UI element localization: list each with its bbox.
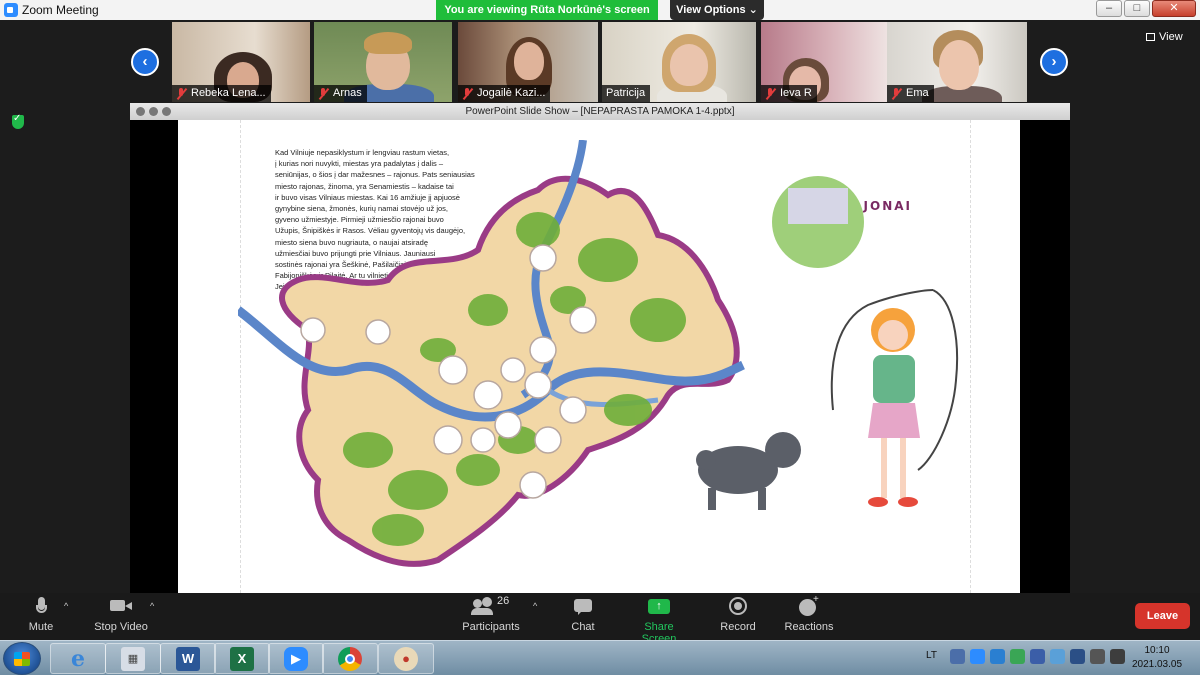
tray-app-icon[interactable] bbox=[990, 649, 1005, 664]
speaker-icon[interactable] bbox=[1090, 649, 1105, 664]
jump-rope bbox=[917, 289, 959, 471]
participants-icon: 26 bbox=[471, 595, 511, 617]
taskbar-clock[interactable]: 10:10 2021.03.05 bbox=[1124, 644, 1190, 672]
participant-tile[interactable]: Rebeka Lena... bbox=[172, 22, 310, 102]
participant-video bbox=[670, 44, 708, 86]
zoom-tray-icon[interactable] bbox=[970, 649, 985, 664]
word-icon: W bbox=[176, 647, 200, 671]
minimize-button[interactable]: – bbox=[1096, 0, 1122, 17]
clock-date: 2021.03.05 bbox=[1131, 659, 1183, 670]
start-button[interactable] bbox=[3, 642, 41, 675]
video-camera-icon bbox=[110, 597, 132, 617]
meeting-controls: Mute ^ Stop Video ^ 26 Participants ^ Ch… bbox=[0, 593, 1200, 645]
window-controls: – □ ✕ bbox=[1094, 0, 1196, 20]
rajonai-illustration bbox=[696, 176, 959, 510]
mic-muted-icon bbox=[891, 87, 902, 100]
video-options-caret[interactable]: ^ bbox=[150, 601, 154, 611]
taskbar-zoom[interactable]: ▶ bbox=[268, 643, 324, 674]
window-traffic-dots bbox=[136, 107, 175, 116]
chat-button[interactable]: Chat bbox=[565, 597, 601, 633]
maximize-button[interactable]: □ bbox=[1124, 0, 1150, 17]
girl-striped-shirt bbox=[873, 355, 915, 403]
participant-name-tag: Jogailė Kazi... bbox=[458, 85, 551, 102]
paint-palette-icon: ● bbox=[394, 647, 418, 671]
leave-meeting-button[interactable]: Leave bbox=[1135, 603, 1190, 629]
mic-muted-icon bbox=[176, 87, 187, 100]
view-button-label: View bbox=[1159, 31, 1183, 43]
girl-skirt bbox=[868, 403, 920, 438]
chrome-icon bbox=[338, 647, 362, 671]
taskbar-calculator[interactable]: ▦ bbox=[105, 643, 161, 674]
participant-tile[interactable]: Patricija bbox=[602, 22, 756, 102]
view-options-label: View Options bbox=[676, 4, 746, 16]
share-screen-icon: ↑ bbox=[648, 597, 670, 617]
taskbar-excel[interactable]: X bbox=[214, 643, 270, 674]
chevron-right-icon: › bbox=[1051, 53, 1057, 70]
chevron-down-icon: ⌄ bbox=[748, 4, 758, 16]
participant-tile[interactable]: Ieva R bbox=[761, 22, 889, 102]
mic-muted-icon bbox=[765, 87, 776, 100]
share-screen-button[interactable]: ↑ Share Screen bbox=[626, 597, 692, 645]
next-page-button[interactable]: › bbox=[1040, 48, 1068, 76]
participants-options-caret[interactable]: ^ bbox=[533, 601, 537, 611]
participant-video bbox=[514, 42, 544, 80]
participant-tile[interactable]: Ema bbox=[887, 22, 1027, 102]
powerpoint-titlebar: PowerPoint Slide Show – [NEPAPRASTA PAMO… bbox=[130, 103, 1070, 120]
window-title: Zoom Meeting bbox=[22, 3, 99, 17]
gallery-view-button[interactable]: View bbox=[1146, 28, 1194, 46]
chevron-left-icon: ‹ bbox=[142, 53, 148, 70]
zoom-app-icon bbox=[4, 3, 18, 17]
taskbar-chrome[interactable] bbox=[322, 643, 378, 674]
participant-name-tag: Ieva R bbox=[761, 85, 817, 102]
participant-name-tag: Rebeka Lena... bbox=[172, 85, 271, 102]
viewing-screen-banner: You are viewing Rūta Norkūnė's screen bbox=[436, 0, 658, 20]
taskbar-paint[interactable]: ● bbox=[378, 643, 434, 674]
clock-time: 10:10 bbox=[1144, 645, 1170, 656]
shared-screen: PowerPoint Slide Show – [NEPAPRASTA PAMO… bbox=[130, 103, 1070, 593]
tray-app-icon[interactable] bbox=[1010, 649, 1025, 664]
taskbar-internet-explorer[interactable]: e bbox=[50, 643, 106, 674]
participants-count: 26 bbox=[497, 595, 510, 607]
participant-video bbox=[939, 40, 979, 90]
calculator-icon: ▦ bbox=[121, 647, 145, 671]
mute-button[interactable]: Mute bbox=[22, 597, 60, 633]
powerpoint-window-title: PowerPoint Slide Show – [NEPAPRASTA PAMO… bbox=[465, 106, 735, 117]
reactions-button[interactable]: + Reactions bbox=[784, 594, 834, 633]
record-button[interactable]: Record bbox=[718, 597, 758, 633]
mic-muted-icon bbox=[462, 87, 473, 100]
participant-tile[interactable]: Arnas bbox=[314, 22, 452, 102]
tray-app-icon[interactable] bbox=[1050, 649, 1065, 664]
excel-icon: X bbox=[230, 647, 254, 671]
close-button[interactable]: ✕ bbox=[1152, 0, 1196, 17]
view-options-button[interactable]: View Options ⌄ bbox=[670, 0, 764, 20]
tray-app-icon[interactable] bbox=[950, 649, 965, 664]
participant-name-tag: Arnas bbox=[314, 85, 367, 102]
participant-name-tag: Ema bbox=[887, 85, 934, 102]
zoom-icon: ▶ bbox=[284, 647, 308, 671]
windows-taskbar: e ▦ W X ▶ ● LT 10:10 2021.03.05 bbox=[0, 640, 1200, 675]
microphone-icon bbox=[36, 597, 47, 617]
chat-bubble-icon bbox=[574, 597, 592, 617]
system-tray bbox=[950, 649, 1130, 664]
tray-app-icon[interactable] bbox=[1030, 649, 1045, 664]
participant-tile[interactable]: Jogailė Kazi... bbox=[458, 22, 598, 102]
stop-video-button[interactable]: Stop Video bbox=[92, 597, 150, 633]
audio-options-caret[interactable]: ^ bbox=[64, 601, 68, 611]
mic-muted-icon bbox=[318, 87, 329, 100]
previous-page-button[interactable]: ‹ bbox=[131, 48, 159, 76]
taskbar-word[interactable]: W bbox=[160, 643, 216, 674]
participants-button[interactable]: 26 Participants bbox=[458, 595, 524, 633]
participant-name-tag: Patricija bbox=[602, 85, 651, 102]
smiley-plus-icon: + bbox=[799, 594, 819, 617]
grid-icon bbox=[1146, 33, 1155, 41]
internet-explorer-icon: e bbox=[71, 646, 85, 672]
security-shield-icon[interactable] bbox=[12, 113, 24, 129]
slide-page: Kad Vilniuje nepasiklystum ir lengviau r… bbox=[178, 120, 1020, 593]
signal-bars-icon[interactable] bbox=[1110, 649, 1125, 664]
tray-app-icon[interactable] bbox=[1070, 649, 1085, 664]
keyboard-language-indicator[interactable]: LT bbox=[926, 650, 937, 661]
record-icon bbox=[729, 597, 747, 617]
zoom-meeting-window: Zoom Meeting – □ ✕ You are viewing Rūta … bbox=[0, 0, 1200, 675]
